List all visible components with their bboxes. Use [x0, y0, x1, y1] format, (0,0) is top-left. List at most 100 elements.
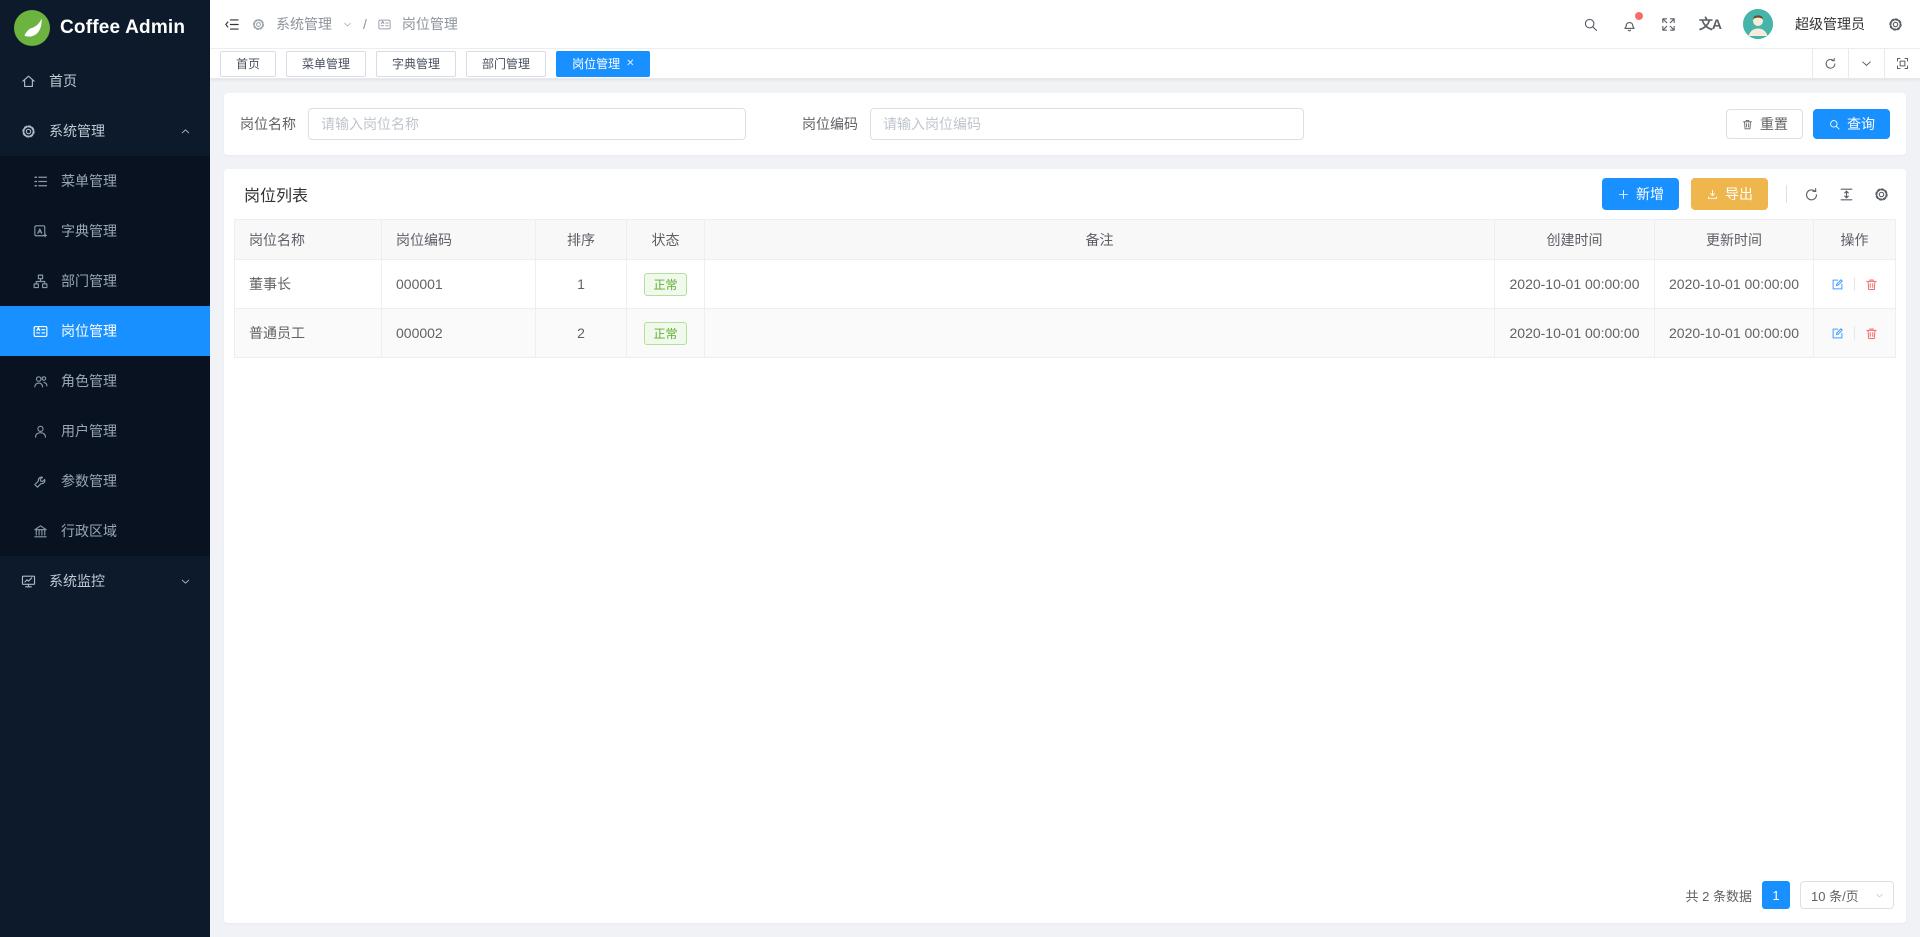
status-badge: 正常	[644, 322, 686, 345]
post-name-label: 岗位名称	[240, 114, 296, 134]
fullscreen-icon[interactable]	[1660, 16, 1677, 33]
tab-dict-management[interactable]: 字典管理	[376, 51, 456, 77]
notifications-bell-icon[interactable]	[1621, 16, 1638, 33]
tabbar-tools	[1812, 49, 1920, 79]
chevron-down-icon	[1874, 890, 1885, 901]
download-icon	[1706, 188, 1719, 201]
search-icon[interactable]	[1582, 16, 1599, 33]
sidebar-item-home[interactable]: 首页	[0, 56, 210, 106]
org-chart-icon	[32, 273, 49, 290]
cell-sort: 2	[536, 309, 627, 358]
density-icon[interactable]	[1838, 186, 1855, 203]
top-header: 系统管理 / 岗位管理 文A	[210, 0, 1920, 49]
cell-created: 2020-10-01 00:00:00	[1495, 260, 1655, 309]
sidebar-submenu-system: 菜单管理 字典管理 部门管理 岗位管理 角色管理	[0, 156, 210, 556]
cell-actions	[1814, 309, 1896, 358]
table-row: 普通员工 000002 2 正常 2020-10-01 00:00:00 202…	[235, 309, 1896, 358]
col-header-post-name: 岗位名称	[235, 220, 382, 260]
refresh-icon[interactable]	[1812, 49, 1848, 79]
notification-badge	[1635, 12, 1643, 20]
edit-icon[interactable]	[1830, 277, 1845, 292]
trash-icon[interactable]	[1864, 326, 1879, 341]
tabs-bar: 首页 菜单管理 字典管理 部门管理 岗位管理 ✕	[210, 49, 1920, 79]
cell-remark	[705, 309, 1495, 358]
plus-icon	[1617, 188, 1630, 201]
sidebar-item-dept-management[interactable]: 部门管理	[0, 256, 210, 306]
chevron-down-icon[interactable]	[1848, 49, 1884, 79]
list-toolbar: 新增 导出	[1602, 178, 1890, 210]
sidebar-item-admin-region[interactable]: 行政区域	[0, 506, 210, 556]
post-code-input[interactable]	[870, 108, 1304, 140]
post-name-input[interactable]	[308, 108, 746, 140]
tab-menu-management[interactable]: 菜单管理	[286, 51, 366, 77]
query-button[interactable]: 查询	[1813, 109, 1890, 139]
sidebar: Coffee Admin 首页 系统管理 菜单管理 字典管理	[0, 0, 210, 937]
cell-post-code: 000001	[382, 260, 536, 309]
cell-created: 2020-10-01 00:00:00	[1495, 309, 1655, 358]
pagination-page-1[interactable]: 1	[1762, 881, 1790, 909]
page-size-select[interactable]: 10 条/页	[1800, 881, 1894, 909]
tab-post-management[interactable]: 岗位管理 ✕	[556, 51, 650, 77]
trash-icon[interactable]	[1864, 277, 1879, 292]
export-button[interactable]: 导出	[1691, 178, 1768, 210]
sidebar-item-system-management[interactable]: 系统管理	[0, 106, 210, 156]
post-code-label: 岗位编码	[802, 114, 858, 134]
app-root: Coffee Admin 首页 系统管理 菜单管理 字典管理	[0, 0, 1920, 937]
sidebar-item-system-monitor[interactable]: 系统监控	[0, 556, 210, 606]
roles-icon	[32, 373, 49, 390]
cell-status: 正常	[627, 309, 705, 358]
add-button[interactable]: 新增	[1602, 178, 1679, 210]
breadcrumb-separator: /	[363, 16, 367, 32]
page-content: 岗位名称 岗位编码 重置 查询 岗位列表	[210, 79, 1920, 937]
cell-status: 正常	[627, 260, 705, 309]
toolbar-divider	[1786, 185, 1787, 203]
search-icon	[1828, 118, 1841, 131]
table-tool-icons	[1803, 186, 1890, 203]
sidebar-item-menu-management[interactable]: 菜单管理	[0, 156, 210, 206]
gear-icon	[251, 17, 266, 32]
dictionary-icon	[32, 223, 49, 240]
wrench-icon	[32, 473, 49, 490]
main-area: 系统管理 / 岗位管理 文A	[210, 0, 1920, 937]
tab-dept-management[interactable]: 部门管理	[466, 51, 546, 77]
home-icon	[20, 73, 37, 90]
bank-icon	[32, 523, 49, 540]
avatar-image	[1743, 9, 1773, 39]
monitor-icon	[20, 573, 37, 590]
sidebar-item-user-management[interactable]: 用户管理	[0, 406, 210, 456]
sidebar-item-role-management[interactable]: 角色管理	[0, 356, 210, 406]
table-header-row: 岗位名称 岗位编码 排序 状态 备注 创建时间 更新时间 操作	[235, 220, 1896, 260]
col-header-actions: 操作	[1814, 220, 1896, 260]
breadcrumb: 系统管理 / 岗位管理	[224, 14, 458, 34]
chevron-down-icon	[179, 575, 192, 588]
edit-icon[interactable]	[1830, 326, 1845, 341]
sidebar-item-param-management[interactable]: 参数管理	[0, 456, 210, 506]
current-user-name[interactable]: 超级管理员	[1795, 14, 1865, 34]
col-header-status: 状态	[627, 220, 705, 260]
status-badge: 正常	[644, 273, 686, 296]
id-card-icon	[32, 323, 49, 340]
sidebar-item-post-management[interactable]: 岗位管理	[0, 306, 210, 356]
col-header-sort: 排序	[536, 220, 627, 260]
close-icon[interactable]: ✕	[626, 58, 634, 69]
gear-icon	[20, 123, 37, 140]
maximize-icon[interactable]	[1884, 49, 1920, 79]
trash-icon	[1741, 118, 1754, 131]
reset-button[interactable]: 重置	[1726, 109, 1803, 139]
cell-post-code: 000002	[382, 309, 536, 358]
table-row: 董事长 000001 1 正常 2020-10-01 00:00:00 2020…	[235, 260, 1896, 309]
collapse-sidebar-icon[interactable]	[224, 16, 241, 33]
col-header-post-code: 岗位编码	[382, 220, 536, 260]
refresh-icon[interactable]	[1803, 186, 1820, 203]
cell-post-name: 普通员工	[235, 309, 382, 358]
spring-leaf-logo-icon	[14, 10, 50, 46]
sidebar-item-dict-management[interactable]: 字典管理	[0, 206, 210, 256]
cell-post-name: 董事长	[235, 260, 382, 309]
column-settings-gear-icon[interactable]	[1873, 186, 1890, 203]
avatar[interactable]	[1743, 9, 1773, 39]
translate-icon[interactable]: 文A	[1699, 14, 1721, 34]
breadcrumb-level1[interactable]: 系统管理	[276, 14, 332, 34]
tab-home[interactable]: 首页	[220, 51, 276, 77]
cell-remark	[705, 260, 1495, 309]
settings-gear-icon[interactable]	[1887, 16, 1904, 33]
